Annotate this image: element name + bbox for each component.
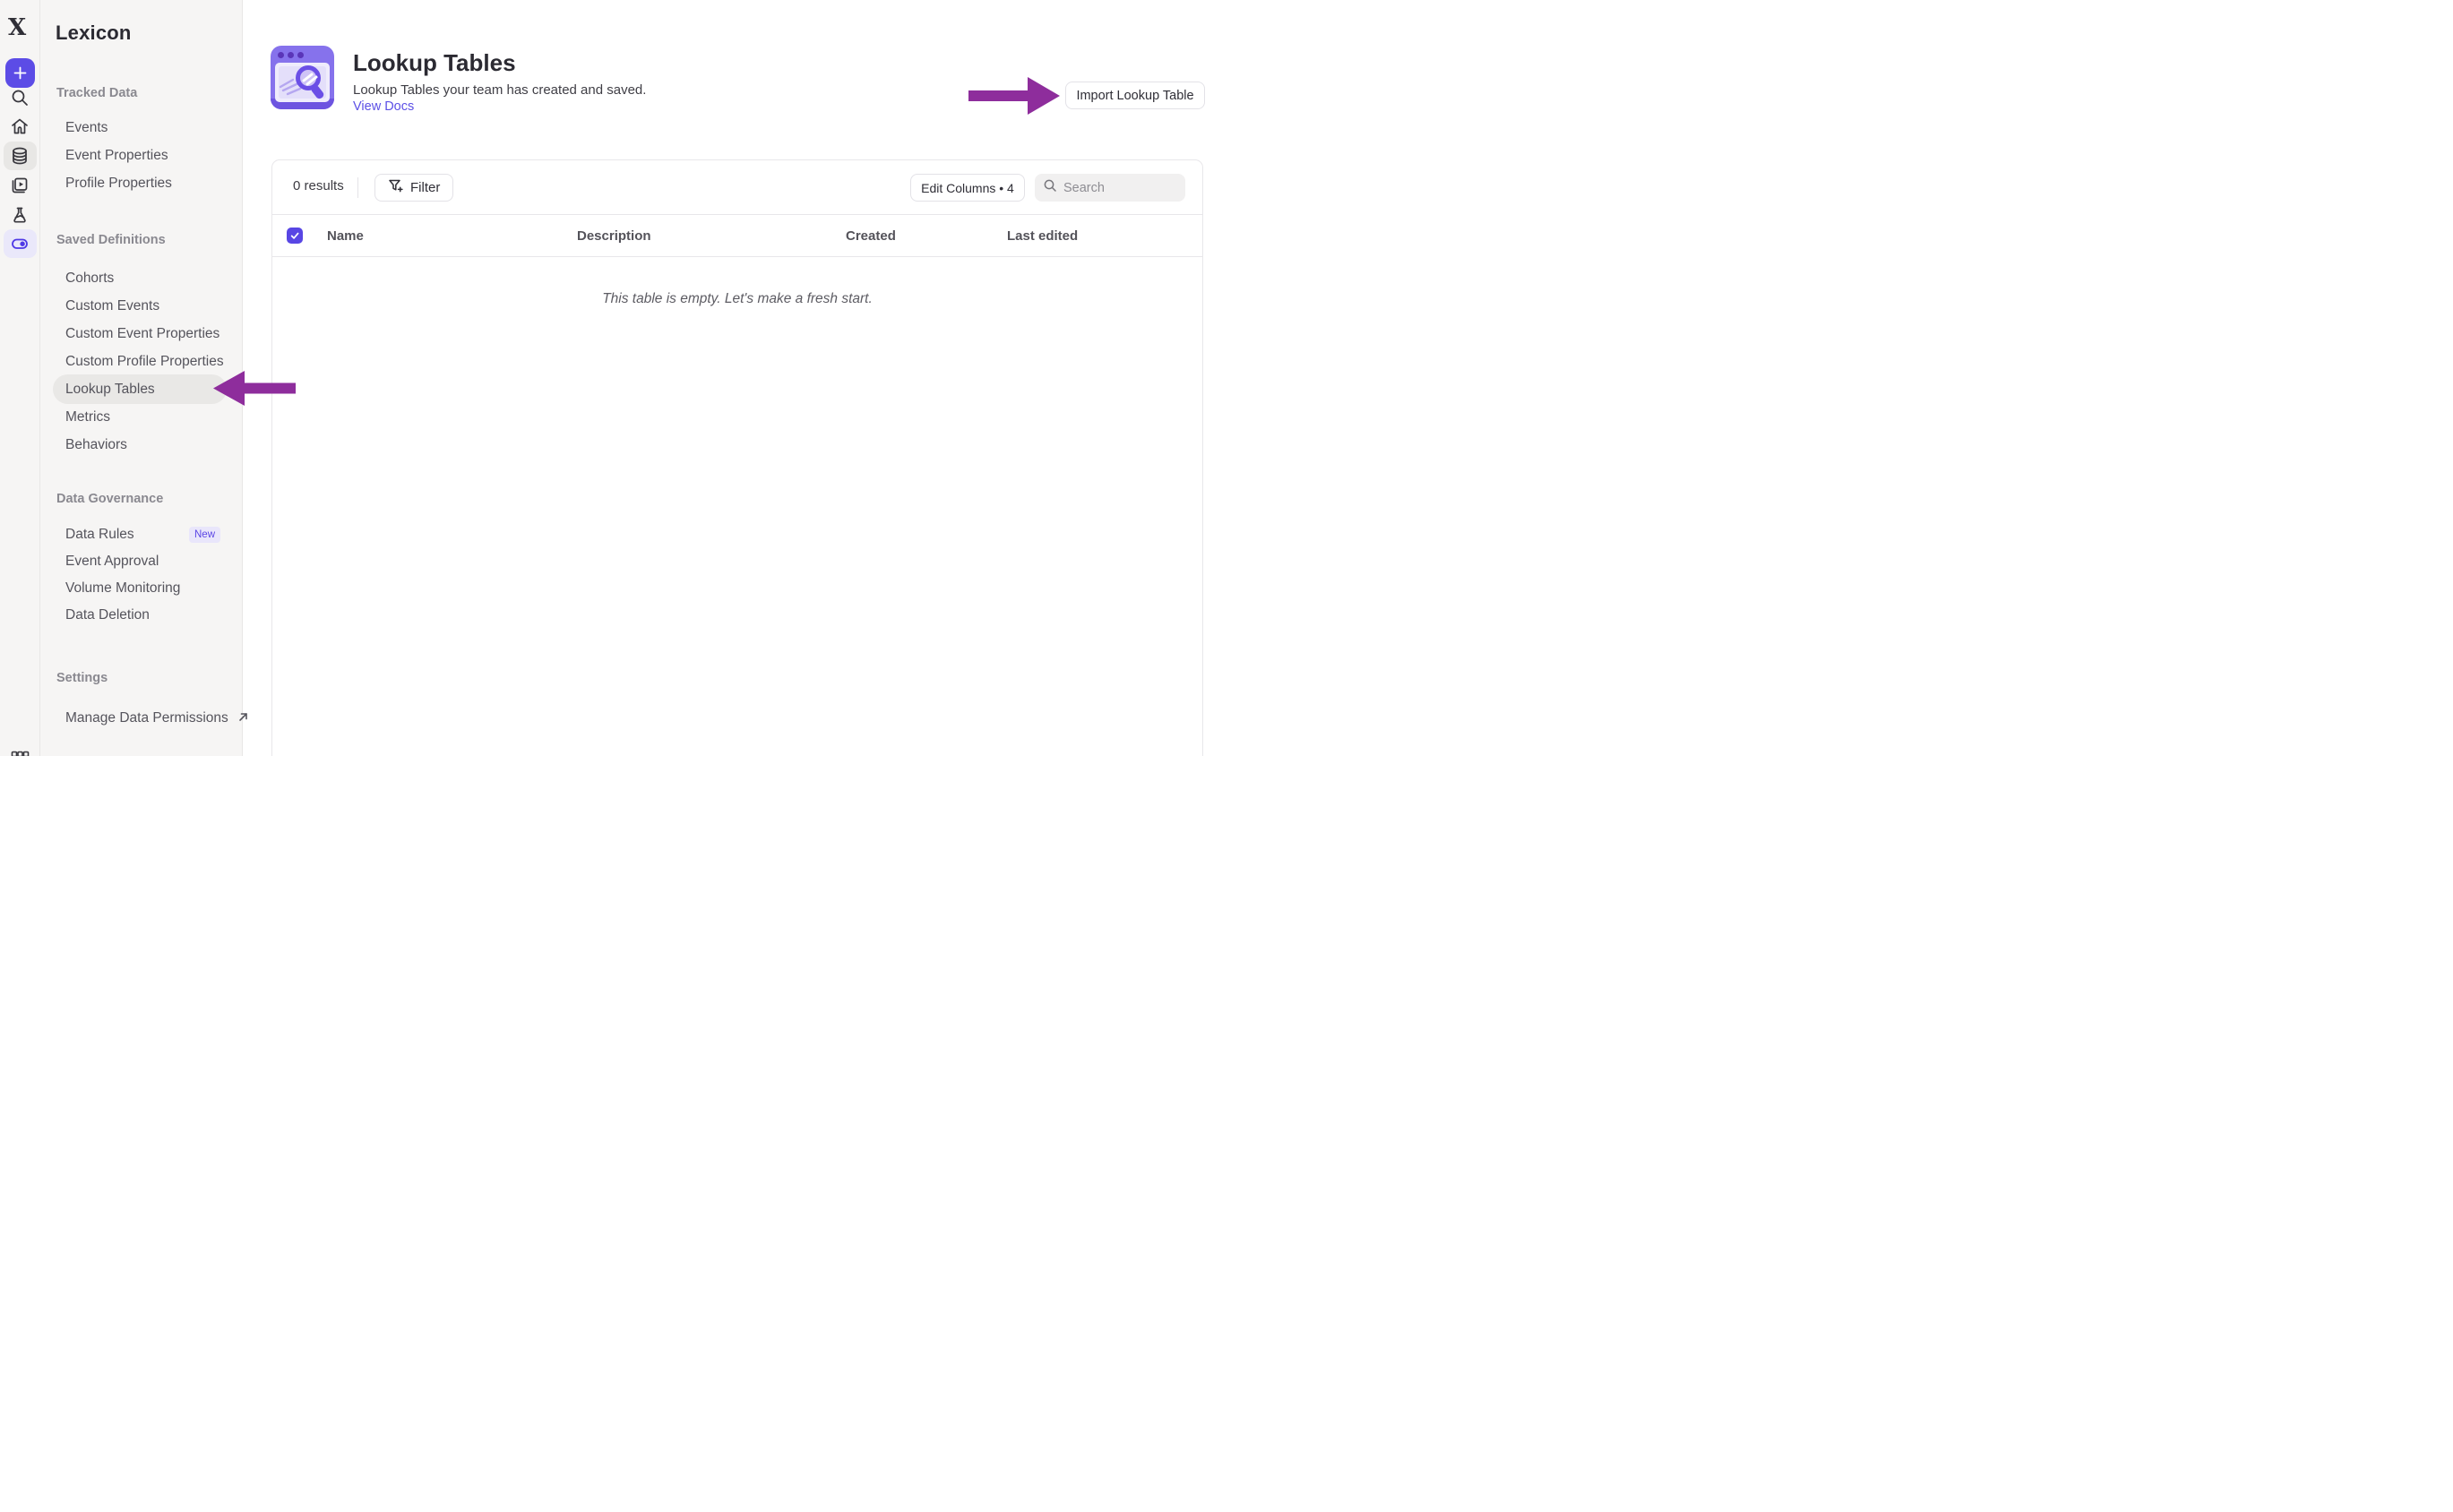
sidebar-item-event-properties[interactable]: Event Properties (65, 142, 168, 169)
new-badge: New (189, 527, 220, 543)
search-icon (1043, 178, 1057, 197)
table-toolbar: 0 results Filter Edit Columns • 4 (272, 160, 1202, 215)
plus-icon (13, 66, 27, 80)
annotation-arrow-right (968, 77, 1060, 115)
filter-funnel-icon (388, 178, 403, 197)
external-link-icon (237, 706, 249, 733)
import-lookup-table-button[interactable]: Import Lookup Table (1065, 82, 1205, 109)
experiments-flask-icon[interactable] (9, 204, 30, 226)
search-icon[interactable] (9, 87, 30, 108)
sidebar-item-lookup-tables[interactable]: Lookup Tables (65, 376, 155, 403)
window-dot-icon (278, 52, 284, 58)
home-icon[interactable] (9, 116, 30, 137)
sidebar-item-manage-data-permissions[interactable]: Manage Data Permissions (65, 705, 249, 732)
sidebar-item-profile-properties[interactable]: Profile Properties (65, 170, 172, 197)
data-database-icon[interactable] (9, 145, 30, 167)
mixpanel-logo: X (8, 14, 26, 41)
column-header-description[interactable]: Description (577, 215, 651, 257)
apps-grid-icon[interactable] (9, 749, 30, 756)
check-icon (289, 230, 300, 241)
page-title: Lookup Tables (353, 49, 516, 77)
app-icon-rail: X (0, 0, 40, 756)
manage-data-permissions-label: Manage Data Permissions (65, 710, 228, 726)
edit-columns-button[interactable]: Edit Columns • 4 (910, 174, 1025, 202)
section-header-data-governance: Data Governance (56, 489, 163, 509)
feature-toggle-icon[interactable] (9, 233, 30, 254)
sidebar-item-metrics[interactable]: Metrics (65, 404, 110, 431)
filter-button-label: Filter (410, 180, 440, 195)
icon-window-panel (275, 63, 330, 102)
sidebar-item-events[interactable]: Events (65, 115, 108, 142)
column-header-name[interactable]: Name (327, 215, 364, 257)
sidebar-item-behaviors[interactable]: Behaviors (65, 432, 127, 459)
window-dot-icon (297, 52, 304, 58)
magnifier-glyph (275, 63, 330, 102)
sidebar-item-data-rules[interactable]: Data Rules (65, 521, 134, 548)
sidebar-item-data-deletion[interactable]: Data Deletion (65, 602, 150, 629)
section-header-tracked-data: Tracked Data (56, 83, 137, 103)
toolbar-divider (357, 177, 358, 198)
section-header-settings: Settings (56, 668, 108, 688)
boards-icon[interactable] (9, 175, 30, 196)
section-header-saved-definitions: Saved Definitions (56, 230, 166, 250)
column-header-created[interactable]: Created (846, 215, 896, 257)
filter-button[interactable]: Filter (374, 174, 453, 202)
sidebar-item-cohorts[interactable]: Cohorts (65, 265, 114, 292)
create-plus-button[interactable] (5, 58, 35, 88)
page-description: Lookup Tables your team has created and … (353, 82, 646, 98)
sidebar-item-custom-events[interactable]: Custom Events (65, 293, 159, 320)
annotation-arrow-left (213, 371, 296, 406)
window-dot-icon (288, 52, 294, 58)
lookup-tables-feature-icon (271, 46, 334, 109)
sidebar-item-custom-profile-properties[interactable]: Custom Profile Properties (65, 348, 224, 375)
search-input[interactable] (1063, 181, 1171, 195)
table-search-box[interactable] (1035, 174, 1185, 202)
lexicon-page: X Lexicon Tracked Data (0, 0, 1226, 756)
sidebar-item-custom-event-properties[interactable]: Custom Event Properties (65, 321, 219, 348)
sidebar-item-volume-monitoring[interactable]: Volume Monitoring (65, 575, 180, 602)
column-header-last-edited[interactable]: Last edited (1007, 215, 1078, 257)
select-all-checkbox[interactable] (287, 228, 303, 244)
results-count: 0 results (293, 178, 344, 193)
lookup-tables-card: 0 results Filter Edit Columns • 4 Name D… (271, 159, 1203, 756)
sidebar-item-event-approval[interactable]: Event Approval (65, 548, 159, 575)
sidebar-title: Lexicon (56, 21, 132, 45)
empty-table-message: This table is empty. Let's make a fresh … (272, 291, 1202, 307)
table-header-row: Name Description Created Last edited (272, 215, 1202, 257)
view-docs-link[interactable]: View Docs (353, 99, 414, 114)
